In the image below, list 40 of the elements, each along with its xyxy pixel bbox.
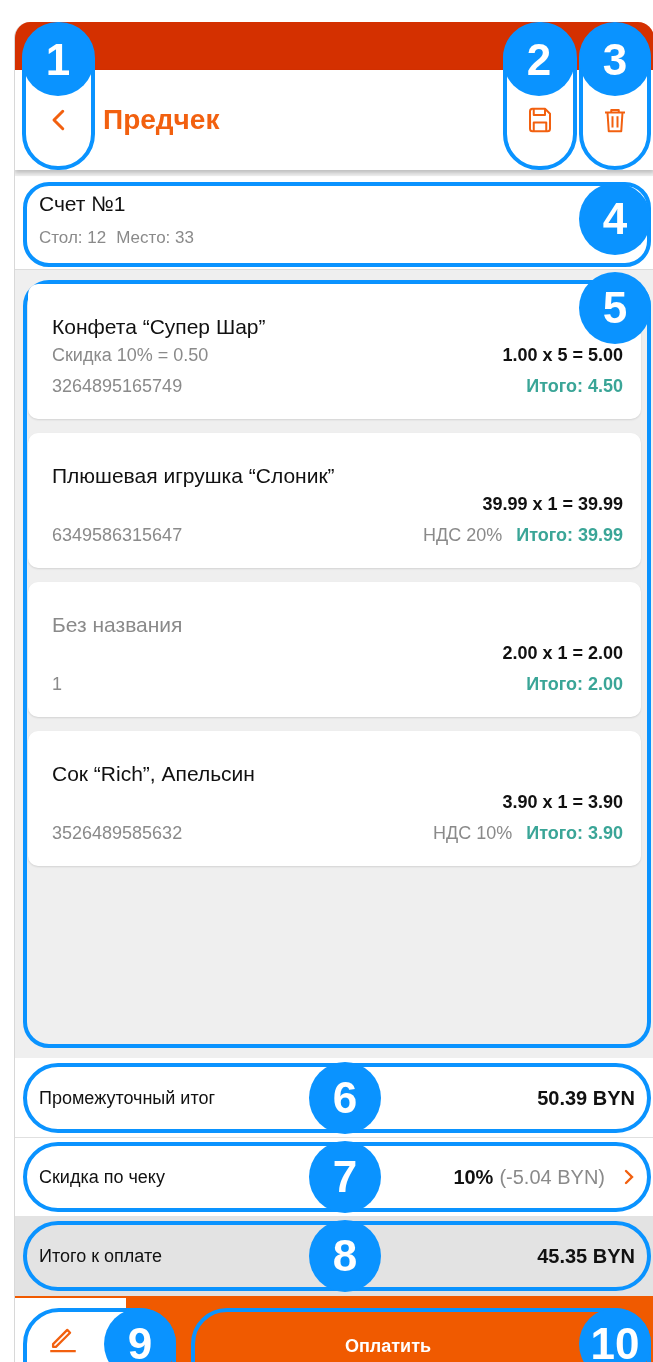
item-name: Сок “Rich”, Апельсин bbox=[52, 762, 255, 787]
item-card[interactable]: Без названия 2.00 x 1 = 2.00 1 Итого: 2.00 bbox=[28, 582, 641, 717]
callout-number: 8 bbox=[309, 1220, 381, 1292]
item-total: Итого: 3.90 bbox=[526, 823, 623, 844]
summary-amount: 50.39 BYN bbox=[537, 1086, 635, 1110]
item-card[interactable]: Плюшевая игрушка “Слоник” 39.99 x 1 = 39.99 6349586315647 НДС 20% Итого: 39.99 bbox=[28, 433, 641, 568]
item-barcode: 6349586315647 bbox=[52, 525, 183, 546]
item-calculation: 1.00 x 5 = 5.00 bbox=[502, 345, 623, 366]
summary-label: Итого к оплате bbox=[39, 1245, 162, 1267]
item-barcode: 1 bbox=[52, 674, 62, 695]
item-barcode: 3526489585632 bbox=[52, 823, 183, 844]
item-total: Итого: 39.99 bbox=[516, 525, 623, 546]
callout-number: 10 bbox=[579, 1308, 651, 1362]
item-discount: Скидка 10% = 0.50 bbox=[52, 345, 209, 366]
seat-number: Место: 33 bbox=[116, 228, 194, 248]
item-vat: НДС 20% bbox=[422, 525, 503, 546]
screen-title: Предчек bbox=[103, 104, 220, 136]
item-name: Конфета “Супер Шар” bbox=[52, 315, 266, 340]
chevron-right-icon bbox=[623, 1167, 635, 1187]
discount-amount: (-5.04 BYN) bbox=[499, 1165, 605, 1189]
item-name: Плюшевая игрушка “Слоник” bbox=[52, 464, 335, 489]
item-total: Итого: 2.00 bbox=[526, 674, 623, 695]
summary-label: Скидка по чеку bbox=[39, 1166, 165, 1188]
callout-number: 7 bbox=[309, 1141, 381, 1213]
item-barcode: 3264895165749 bbox=[52, 376, 183, 397]
item-total: Итого: 4.50 bbox=[526, 376, 623, 397]
callout-number: 5 bbox=[579, 272, 651, 344]
callout-number: 6 bbox=[309, 1062, 381, 1134]
item-calculation: 2.00 x 1 = 2.00 bbox=[502, 643, 623, 664]
item-calculation: 39.99 x 1 = 39.99 bbox=[482, 494, 623, 515]
summary-label: Промежуточный итог bbox=[39, 1087, 216, 1109]
item-vat: НДС 10% bbox=[433, 823, 513, 844]
table-number: Стол: 12 bbox=[39, 228, 107, 248]
callout-number: 9 bbox=[104, 1308, 176, 1362]
discount-percent: 10% bbox=[453, 1165, 494, 1189]
item-name: Без названия bbox=[52, 613, 183, 638]
item-card[interactable]: Сок “Rich”, Апельсин 3.90 x 1 = 3.90 3526489585632 НДС 10% Итого: 3.90 bbox=[28, 731, 641, 866]
item-calculation: 3.90 x 1 = 3.90 bbox=[502, 792, 623, 813]
account-title: Счет №1 bbox=[39, 191, 126, 216]
summary-amount: 45.35 BYN bbox=[537, 1244, 635, 1268]
